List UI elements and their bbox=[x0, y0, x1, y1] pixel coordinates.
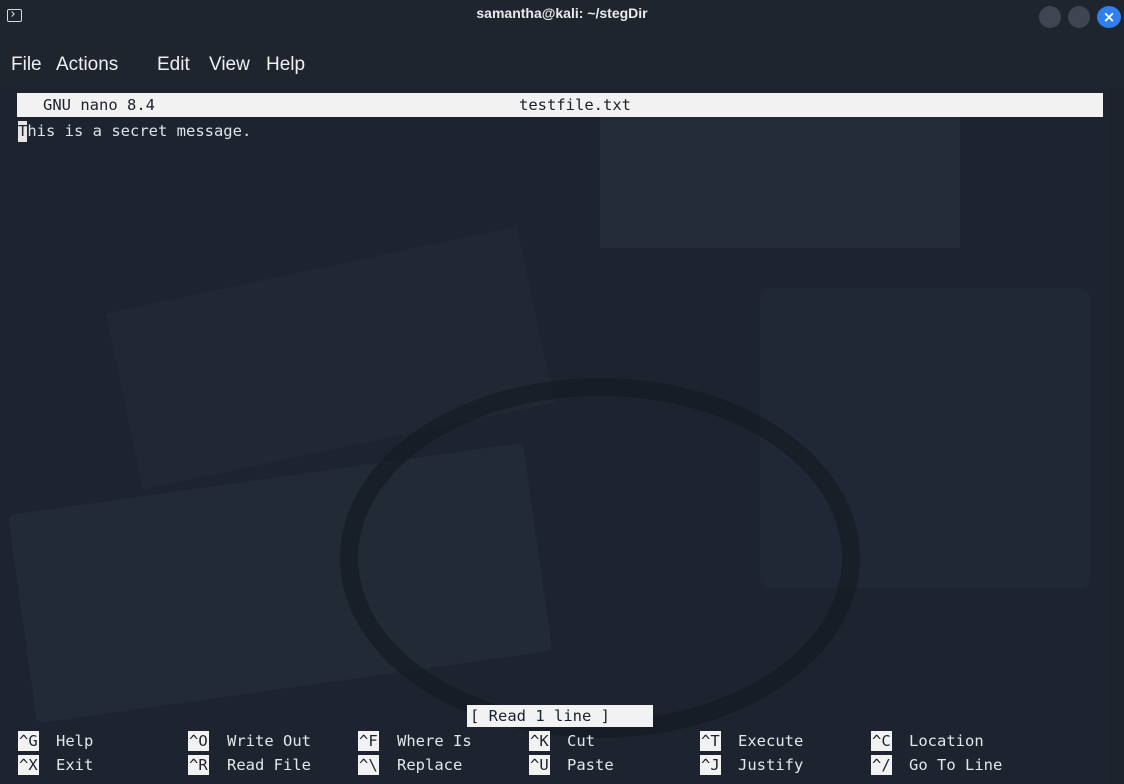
shortcut-location[interactable]: Location bbox=[909, 731, 984, 751]
terminal-window: samantha@kali: ~/stegDir × File Actions … bbox=[0, 0, 1124, 784]
terminal-area[interactable] bbox=[0, 88, 1110, 784]
shortcut-key-execute: ^T bbox=[700, 731, 721, 751]
shortcut-key-where-is: ^F bbox=[358, 731, 379, 751]
menu-file[interactable]: File bbox=[11, 54, 42, 76]
shortcut-key-justify: ^J bbox=[700, 755, 721, 775]
shortcut-justify[interactable]: Justify bbox=[738, 755, 803, 775]
shortcut-help[interactable]: Help bbox=[56, 731, 93, 751]
cursor-char: T bbox=[18, 122, 28, 140]
nano-version: GNU nano 8.4 bbox=[43, 96, 155, 114]
close-button[interactable]: × bbox=[1097, 6, 1121, 28]
shortcut-execute[interactable]: Execute bbox=[738, 731, 803, 751]
wallpaper-shape bbox=[600, 108, 960, 248]
shortcut-read-file[interactable]: Read File bbox=[227, 755, 311, 775]
shortcut-key-write-out: ^O bbox=[188, 731, 209, 751]
shortcut-replace[interactable]: Replace bbox=[397, 755, 462, 775]
file-content[interactable]: This is a secret message. bbox=[18, 121, 251, 141]
wallpaper-shape bbox=[760, 288, 1090, 588]
nano-filename: testfile.txt bbox=[519, 96, 631, 114]
shortcut-key-help: ^G bbox=[18, 731, 39, 751]
menu-help[interactable]: Help bbox=[266, 54, 305, 76]
shortcut-where-is[interactable]: Where Is bbox=[397, 731, 472, 751]
maximize-button[interactable] bbox=[1068, 6, 1090, 28]
wallpaper-shape bbox=[340, 378, 860, 738]
shortcut-key-cut: ^K bbox=[529, 731, 550, 751]
menu-view[interactable]: View bbox=[209, 54, 250, 76]
scrollbar[interactable] bbox=[1110, 88, 1124, 784]
close-icon: × bbox=[1102, 8, 1116, 26]
file-text: his is a secret message. bbox=[27, 122, 252, 140]
menu-actions[interactable]: Actions bbox=[56, 54, 118, 76]
shortcut-exit[interactable]: Exit bbox=[56, 755, 93, 775]
shortcut-key-location: ^C bbox=[871, 731, 892, 751]
shortcut-cut[interactable]: Cut bbox=[567, 731, 595, 751]
shortcut-key-read-file: ^R bbox=[188, 755, 209, 775]
shortcut-go-to-line[interactable]: Go To Line bbox=[909, 755, 1002, 775]
shortcut-key-replace: ^\ bbox=[358, 755, 379, 775]
wallpaper-shape bbox=[7, 442, 553, 724]
shortcut-key-paste: ^U bbox=[529, 755, 550, 775]
wallpaper-shape bbox=[105, 226, 555, 490]
title-bar: samantha@kali: ~/stegDir × bbox=[0, 0, 1124, 36]
shortcut-write-out[interactable]: Write Out bbox=[227, 731, 311, 751]
menu-bar: File Actions Edit View Help bbox=[0, 36, 1124, 88]
window-title: samantha@kali: ~/stegDir bbox=[476, 5, 648, 21]
menu-edit[interactable]: Edit bbox=[157, 54, 190, 76]
shortcut-key-exit: ^X bbox=[18, 755, 39, 775]
shortcut-paste[interactable]: Paste bbox=[567, 755, 614, 775]
status-message: [ Read 1 line ] bbox=[470, 707, 610, 725]
shortcut-key-go-to-line: ^/ bbox=[871, 755, 892, 775]
minimize-button[interactable] bbox=[1039, 6, 1061, 28]
